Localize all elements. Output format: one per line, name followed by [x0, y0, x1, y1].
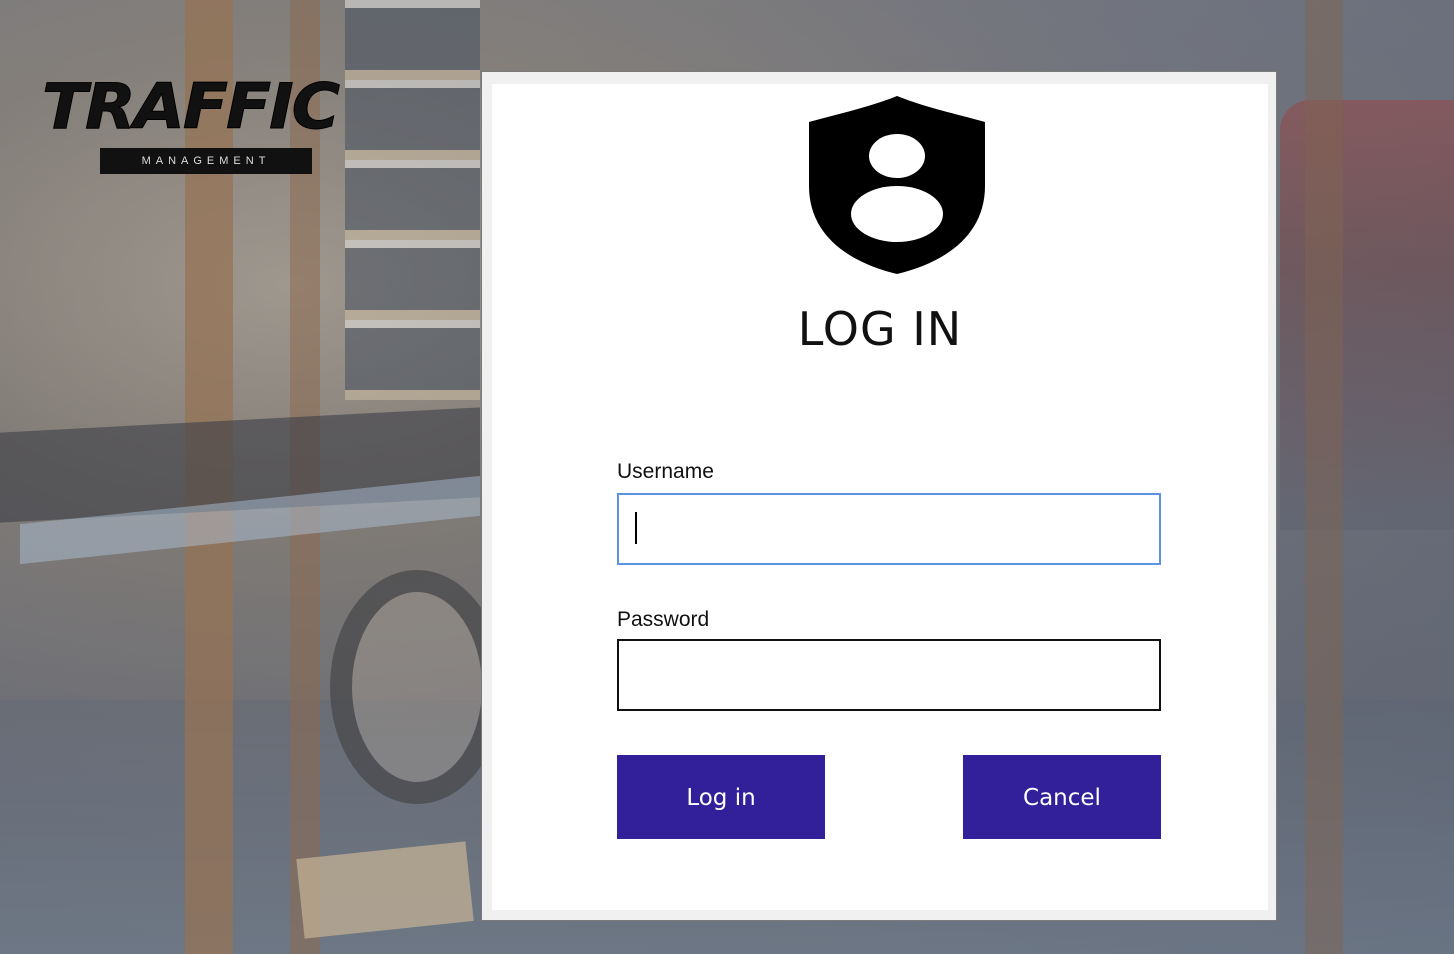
- brand-logo: TRAFFIC MANAGEMENT: [41, 69, 362, 176]
- background-shelf: [345, 0, 480, 400]
- cancel-button[interactable]: Cancel: [963, 755, 1161, 839]
- background-wheel: [330, 570, 504, 804]
- login-button[interactable]: Log in: [617, 755, 825, 839]
- text-caret: [635, 512, 637, 544]
- logo-subtitle: MANAGEMENT: [100, 148, 312, 174]
- password-input[interactable]: [617, 639, 1161, 711]
- login-panel: LOG IN Username Password Log in Cancel: [492, 84, 1268, 910]
- login-screen: TRAFFIC MANAGEMENT LOG IN Username Passw…: [0, 0, 1454, 954]
- logo-wordmark: TRAFFIC: [41, 69, 340, 144]
- password-label: Password: [617, 608, 710, 631]
- login-dialog: LOG IN Username Password Log in Cancel: [481, 71, 1277, 921]
- username-label: Username: [617, 460, 714, 483]
- username-input[interactable]: [617, 493, 1161, 565]
- user-shield-icon: [809, 96, 985, 274]
- page-title: LOG IN: [797, 302, 963, 356]
- background-beam: [1305, 0, 1343, 954]
